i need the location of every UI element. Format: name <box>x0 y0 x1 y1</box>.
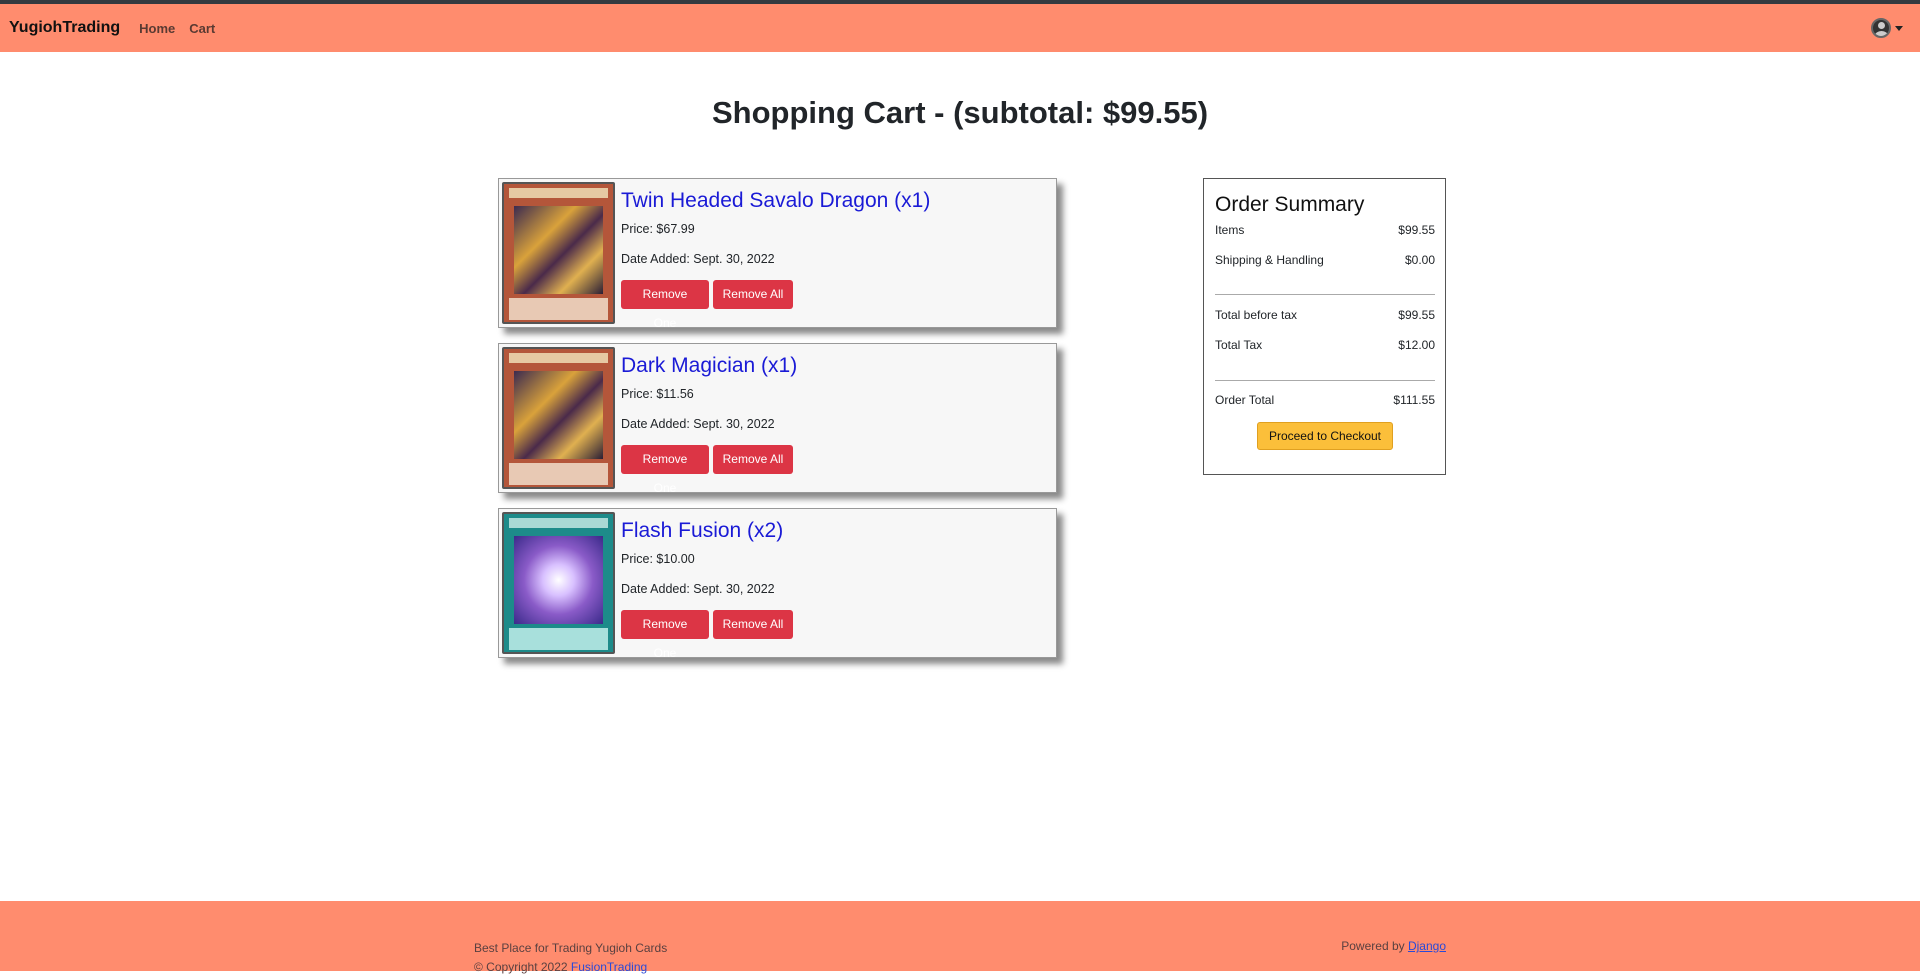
cart-item-title[interactable]: Twin Headed Savalo Dragon (x1) <box>621 189 930 213</box>
card-image <box>502 182 615 324</box>
cart-item: Flash Fusion (x2) Price: $10.00 Date Add… <box>498 508 1057 660</box>
card-text-box <box>509 463 608 485</box>
remove-one-button[interactable]: Remove One <box>621 280 709 330</box>
remove-all-button[interactable]: Remove All <box>713 280 793 309</box>
page-title: Shopping Cart - (subtotal: $99.55) <box>711 95 1209 130</box>
remove-all-button[interactable]: Remove All <box>713 610 793 639</box>
summary-value: $99.55 <box>1398 223 1435 237</box>
summary-divider <box>1215 380 1435 381</box>
user-avatar-icon[interactable] <box>1871 18 1891 38</box>
cart-item: Dark Magician (x1) Price: $11.56 Date Ad… <box>498 343 1057 495</box>
cart-item-price: Price: $67.99 <box>621 222 695 236</box>
order-summary-panel: Order Summary Items $99.55 Shipping & Ha… <box>1203 178 1446 475</box>
remove-one-button[interactable]: Remove One <box>621 610 709 660</box>
footer-left: Best Place for Trading Yugioh Cards © Co… <box>474 939 667 977</box>
summary-row-order-total: Order Total $111.55 <box>1215 393 1435 407</box>
cart-item-date: Date Added: Sept. 30, 2022 <box>621 252 775 266</box>
card-image <box>502 512 615 654</box>
card-artwork <box>514 536 603 624</box>
footer-copyright: © Copyright 2022 FusionTrading <box>474 958 667 977</box>
proceed-to-checkout-button[interactable]: Proceed to Checkout <box>1257 422 1393 450</box>
cart-item-date: Date Added: Sept. 30, 2022 <box>621 417 775 431</box>
summary-row-shipping: Shipping & Handling $0.00 <box>1215 253 1435 267</box>
summary-row-tax: Total Tax $12.00 <box>1215 338 1435 352</box>
summary-label: Shipping & Handling <box>1215 253 1324 267</box>
card-image <box>502 347 615 489</box>
summary-value: $99.55 <box>1398 308 1435 322</box>
nav-link-home[interactable]: Home <box>139 21 175 36</box>
django-link[interactable]: Django <box>1408 939 1446 953</box>
cart-item-date: Date Added: Sept. 30, 2022 <box>621 582 775 596</box>
order-summary-title: Order Summary <box>1215 193 1365 216</box>
copyright-text: © Copyright 2022 <box>474 960 568 974</box>
cart-item-price: Price: $10.00 <box>621 552 695 566</box>
summary-label: Total Tax <box>1215 338 1263 352</box>
remove-all-button[interactable]: Remove All <box>713 445 793 474</box>
footer-tagline: Best Place for Trading Yugioh Cards <box>474 941 668 955</box>
summary-value: $111.55 <box>1393 393 1435 407</box>
summary-value: $0.00 <box>1404 253 1435 267</box>
fusiontrading-link[interactable]: FusionTrading <box>571 960 647 974</box>
card-artwork <box>514 371 603 459</box>
footer: Best Place for Trading Yugioh Cards © Co… <box>0 901 1920 974</box>
user-menu-dropdown[interactable] <box>1871 18 1903 38</box>
summary-row-items: Items $99.55 <box>1215 223 1435 237</box>
footer-right: Powered by Django <box>1341 939 1446 953</box>
summary-value: $12.00 <box>1398 338 1435 352</box>
card-text-box <box>509 628 608 650</box>
card-name-bar <box>509 353 608 363</box>
card-name-bar <box>509 518 608 528</box>
summary-divider <box>1215 294 1435 295</box>
summary-label: Items <box>1215 223 1245 237</box>
cart-item-title[interactable]: Dark Magician (x1) <box>621 354 797 378</box>
nav-link-cart[interactable]: Cart <box>189 21 215 36</box>
cart-item-title[interactable]: Flash Fusion (x2) <box>621 519 783 543</box>
cart-item-price: Price: $11.56 <box>621 387 694 401</box>
summary-row-before-tax: Total before tax $99.55 <box>1215 308 1435 322</box>
cart-item: Twin Headed Savalo Dragon (x1) Price: $6… <box>498 178 1057 330</box>
summary-label: Total before tax <box>1215 308 1298 322</box>
brand-logo[interactable]: YugiohTrading <box>9 19 120 37</box>
caret-down-icon[interactable] <box>1895 25 1903 31</box>
card-name-bar <box>509 188 608 198</box>
navbar: YugiohTrading Home Cart <box>0 4 1920 52</box>
powered-by-text: Powered by <box>1341 939 1405 953</box>
card-artwork <box>514 206 603 294</box>
summary-label: Order Total <box>1215 393 1275 407</box>
remove-one-button[interactable]: Remove One <box>621 445 709 495</box>
card-text-box <box>509 298 608 320</box>
